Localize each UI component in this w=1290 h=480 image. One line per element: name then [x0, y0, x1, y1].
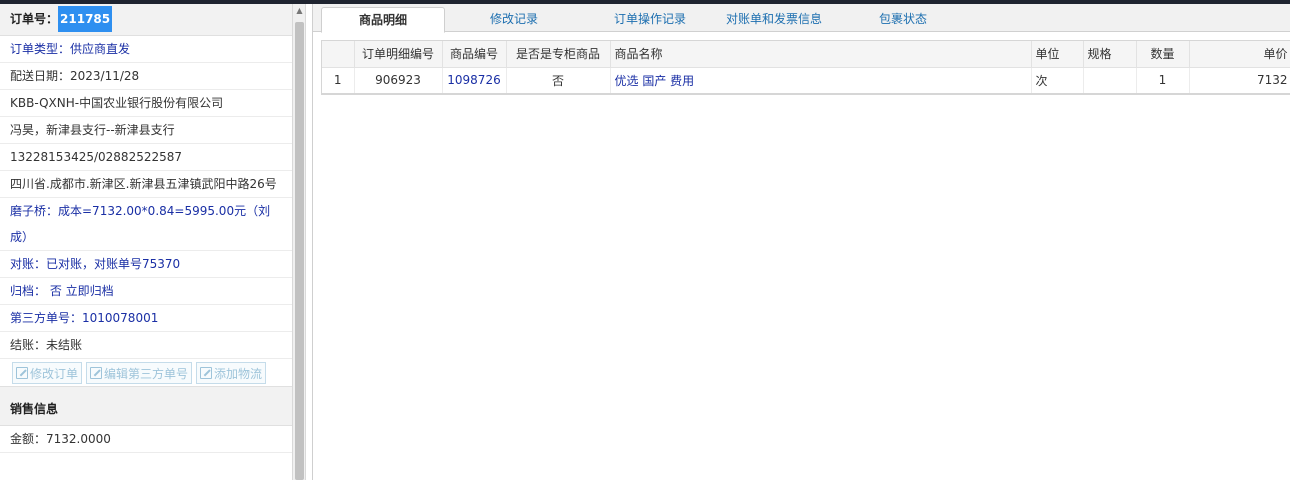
edit-icon: [16, 367, 28, 379]
cell-unit: 次: [1031, 67, 1084, 94]
cell-product-name-link[interactable]: 优选 国产 费用: [610, 67, 1032, 94]
scroll-up-arrow-icon[interactable]: ▲: [293, 4, 306, 17]
edit-third-party-label: 编辑第三方单号: [104, 366, 189, 381]
edit-order-label: 修改订单: [30, 366, 79, 381]
cell-counter: 否: [506, 67, 611, 94]
col-header-detail-no[interactable]: 订单明细编号: [354, 41, 443, 68]
settle-status: 结账：未结账: [0, 332, 292, 359]
cell-product-no-link[interactable]: 1098726: [442, 67, 507, 94]
col-header-qty[interactable]: 数量: [1136, 41, 1190, 68]
tab-package-status[interactable]: 包裹状态: [863, 7, 943, 33]
col-header-product-no[interactable]: 商品编号: [442, 41, 507, 68]
reconcile-status: 对账：已对账，对账单号75370: [0, 251, 292, 278]
edit-order-button[interactable]: 修改订单: [12, 362, 83, 384]
amount: 金额：7132.0000: [0, 426, 292, 453]
cell-spec: [1083, 67, 1137, 94]
add-logistics-button[interactable]: 添加物流: [196, 362, 267, 384]
order-info-panel: 订单号： 211785 订单类型：供应商直发 配送日期：2023/11/28 KB…: [0, 4, 293, 480]
company-name: KBB-QXNH-中国农业银行股份有限公司: [0, 90, 292, 117]
left-panel-scrollbar[interactable]: ▲: [293, 4, 306, 480]
edit-third-party-button[interactable]: 编辑第三方单号: [86, 362, 193, 384]
col-header-index: [322, 41, 355, 68]
tab-order-operations[interactable]: 订单操作记录: [588, 7, 712, 33]
col-header-spec[interactable]: 规格: [1083, 41, 1137, 68]
order-number-row: 订单号： 211785: [0, 4, 292, 36]
phone-numbers: 13228153425/02882522587: [0, 144, 292, 171]
detail-panel: 商品明细 修改记录 订单操作记录 对账单和发票信息 包裹状态 订单明细编号 商品…: [312, 4, 1290, 480]
order-number-label: 订单号：: [10, 12, 59, 26]
edit-icon: [200, 367, 213, 379]
order-number-value[interactable]: 211785: [58, 6, 113, 32]
order-type: 订单类型：供应商直发: [0, 36, 292, 63]
edit-icon: [90, 367, 103, 379]
col-header-price[interactable]: 单价: [1189, 41, 1290, 68]
cell-qty: 1: [1136, 67, 1190, 94]
col-header-unit[interactable]: 单位: [1031, 41, 1084, 68]
cost-info: 磨子桥：成本=7132.00*0.84=5995.00元（刘成）: [0, 198, 292, 251]
tab-bar: 商品明细 修改记录 订单操作记录 对账单和发票信息 包裹状态: [313, 4, 1290, 33]
tab-reconcile-invoice[interactable]: 对账单和发票信息: [713, 7, 835, 33]
col-header-product-name[interactable]: 商品名称: [610, 41, 1032, 68]
cell-detail-no: 906923: [354, 67, 443, 94]
archive-status[interactable]: 归档： 否 立即归档: [0, 278, 292, 305]
col-header-counter[interactable]: 是否是专柜商品: [506, 41, 611, 68]
tab-product-details[interactable]: 商品明细: [321, 7, 445, 33]
cell-price: 7132: [1189, 67, 1290, 94]
tab-edit-history[interactable]: 修改记录: [458, 7, 570, 33]
action-buttons: 修改订单 编辑第三方单号 添加物流: [0, 359, 292, 387]
cell-index: 1: [322, 67, 355, 94]
product-table: 订单明细编号 商品编号 是否是专柜商品 商品名称 单位 规格 数量 单价 1 9…: [321, 40, 1290, 95]
ship-date: 配送日期：2023/11/28: [0, 63, 292, 90]
table-row[interactable]: 1 906923 1098726 否 优选 国产 费用 次 1 7132: [322, 67, 1290, 94]
third-party-number: 第三方单号：1010078001: [0, 305, 292, 332]
scroll-thumb[interactable]: [295, 22, 304, 480]
add-logistics-label: 添加物流: [214, 366, 263, 381]
table-header-row: 订单明细编号 商品编号 是否是专柜商品 商品名称 单位 规格 数量 单价: [322, 41, 1290, 68]
sales-info-header: 销售信息: [0, 394, 292, 426]
branch-info: 冯昊，新津县支行--新津县支行: [0, 117, 292, 144]
section-divider: [0, 387, 292, 394]
address: 四川省.成都市.新津区.新津县五津镇武阳中路26号: [0, 171, 292, 198]
